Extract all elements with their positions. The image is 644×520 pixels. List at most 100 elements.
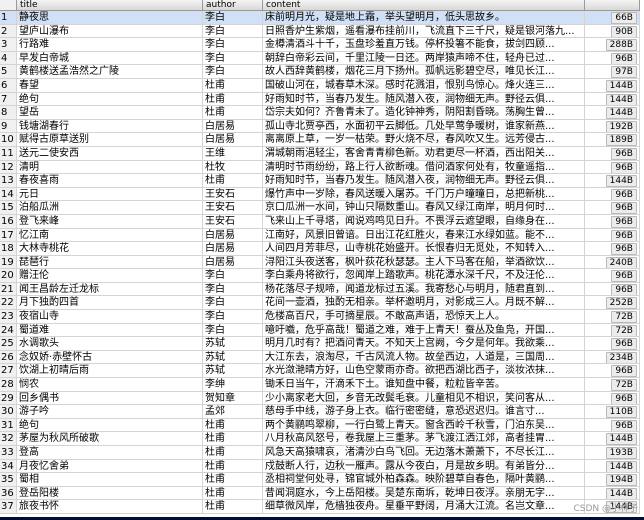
table-row[interactable]: 12 清明 杜牧 清明时节雨纷纷，路上行人欲断魂。借问酒家何处有，牧童遥指... 96B xyxy=(0,160,640,175)
content-cell[interactable]: 少小离家老大回，乡音无改鬓毛衰。儿童相见不相识，笑问客从... xyxy=(263,391,585,405)
title-cell[interactable]: 赠汪伦 xyxy=(17,269,203,282)
size-cell[interactable]: 96B xyxy=(585,214,640,228)
blob-size-badge[interactable]: 193B xyxy=(605,447,637,459)
content-cell[interactable]: 昔闻洞庭水，今上岳阳楼。吴楚东南坼，乾坤日夜浮。亲朋无字... xyxy=(263,486,585,500)
table-row[interactable]: 24 蜀道难 李白 噫吁嚱，危乎高哉！蜀道之难，难于上青天！蚕丛及鱼凫，开国... 72… xyxy=(0,323,640,338)
author-cell[interactable]: 杜甫 xyxy=(203,78,263,92)
size-cell[interactable]: 97B xyxy=(585,65,640,78)
table-row[interactable]: 26 念奴娇·赤壁怀古 苏轼 大江东去，浪淘尽，千古风流人物。故垒西边，人道是，三国周… xyxy=(0,350,640,365)
blob-size-badge[interactable]: 97B xyxy=(611,66,637,78)
blob-size-badge[interactable]: 252B xyxy=(605,297,637,310)
table-row[interactable]: 20 赠汪伦 李白 李白乘舟将欲行，忽闻岸上踏歌声。桃花潭水深千尺，不及汪伦... 96… xyxy=(0,269,640,283)
blob-size-badge[interactable]: 144B xyxy=(605,93,637,106)
blob-size-badge[interactable]: 96B xyxy=(611,365,637,378)
author-cell[interactable]: 杜甫 xyxy=(203,106,263,119)
column-header-content[interactable]: content xyxy=(263,0,585,10)
content-cell[interactable]: 孤山寺北贾亭西，水面初平云脚低。几处早莺争暖树，谁家新燕... xyxy=(263,119,585,133)
blob-size-badge[interactable]: 72B xyxy=(611,379,637,391)
content-cell[interactable]: 两个黄鹂鸣翠柳，一行白鹭上青天。窗含西岭千秋雪，门泊东吴... xyxy=(263,418,585,432)
size-cell[interactable]: 96B xyxy=(585,51,640,65)
author-cell[interactable]: 苏轼 xyxy=(203,350,263,364)
content-cell[interactable]: 岱宗夫如何？齐鲁青未了。造化钟神秀，阴阳割昏晓。荡胸生曾... xyxy=(263,106,585,119)
content-cell[interactable]: 京口瓜洲一水间，钟山只隔数重山。春风又绿江南岸，明月何时... xyxy=(263,201,585,214)
content-cell[interactable]: 丞相祠堂何处寻，锦官城外柏森森。映阶碧草自春色，隔叶黄鹂... xyxy=(263,473,585,486)
blob-size-badge[interactable]: 96B xyxy=(611,147,637,160)
size-cell[interactable]: 72B xyxy=(585,378,640,391)
table-row[interactable]: 14 元日 王安石 爆竹声中一岁除，春风送暖入屠苏。千门万户曈曈日，总把新桃... 96… xyxy=(0,187,640,202)
size-cell[interactable]: 96B xyxy=(585,282,640,296)
size-cell[interactable]: 144B xyxy=(585,78,640,92)
column-header-title[interactable]: title xyxy=(17,0,203,10)
author-cell[interactable]: 杜甫 xyxy=(203,92,263,106)
table-row[interactable]: 33 登高 杜甫 风急天高猿啸哀，渚清沙白鸟飞回。无边落木萧萧下，不尽长江... 193… xyxy=(0,446,640,460)
table-row[interactable]: 29 回乡偶书 贺知章 少小离家老大回，乡音无改鬓毛衰。儿童相见不相识，笑问客从...… xyxy=(0,391,640,406)
blob-size-badge[interactable]: 144B xyxy=(605,487,637,500)
content-cell[interactable]: 八月秋高风怒号，卷我屋上三重茅。茅飞渡江洒江郊，高者挂胃... xyxy=(263,432,585,445)
author-cell[interactable]: 李白 xyxy=(203,65,263,78)
table-row[interactable]: 34 月夜忆舍弟 杜甫 戍鼓断人行，边秋一雁声。露从今夜白，月是故乡明。有弟皆分...… xyxy=(0,459,640,474)
blob-size-badge[interactable]: 72B xyxy=(611,311,637,323)
blob-size-badge[interactable]: 96B xyxy=(611,243,637,255)
content-cell[interactable]: 好雨知时节，当春乃发生。随风潜入夜，润物细无声。野径云俱... xyxy=(263,92,585,106)
blob-size-badge[interactable]: 234B xyxy=(605,351,637,364)
title-cell[interactable]: 闻王昌龄左迁龙标 xyxy=(17,282,203,296)
table-row[interactable]: 9 钱塘湖春行 白居易 孤山寺北贾亭西，水面初平云脚低。几处早莺争暖树，谁家新燕...… xyxy=(0,119,640,134)
size-cell[interactable]: 96B xyxy=(585,146,640,160)
table-row[interactable]: 8 望岳 杜甫 岱宗夫如何？齐鲁青未了。造化钟神秀，阴阳割昏晓。荡胸生曾... 144B xyxy=(0,106,640,120)
table-row[interactable]: 6 春望 杜甫 国破山河在，城春草木深。感时花溅泪，恨别鸟惊心。烽火连三... 144B xyxy=(0,78,640,93)
table-row[interactable]: 23 夜宿山寺 李白 危楼高百尺，手可摘星辰。不敢高声语，恐惊天上人。 72B xyxy=(0,310,640,324)
table-row[interactable]: 2 望庐山瀑布 李白 日照香炉生紫烟，遥看瀑布挂前川，飞流直下三千尺，疑是银河落九..… xyxy=(0,24,640,39)
table-row[interactable]: 1 静夜思 李白 床前明月光，疑是地上霜，举头望明月，低头思故乡。 66B xyxy=(0,11,640,25)
table-row[interactable]: 3 行路难 李白 金樽清酒斗十千，玉盘珍羞直万钱。停杯投箸不能食，拔剑四顾... 288… xyxy=(0,38,640,52)
author-cell[interactable]: 杜甫 xyxy=(203,500,263,513)
content-cell[interactable]: 渭城朝雨浥轻尘，客舍青青柳色新。劝君更尽一杯酒，西出阳关... xyxy=(263,146,585,160)
author-cell[interactable]: 李绅 xyxy=(203,378,263,391)
title-cell[interactable]: 赋得古原草送别 xyxy=(17,133,203,146)
content-cell[interactable]: 李白乘舟将欲行，忽闻岸上踏歌声。桃花潭水深千尺，不及汪伦... xyxy=(263,269,585,282)
table-row[interactable]: 17 忆江南 白居易 江南好，风景旧曾谙。日出江花红胜火，春来江水绿如蓝。能不... 9… xyxy=(0,228,640,243)
author-cell[interactable]: 白居易 xyxy=(203,255,263,269)
author-cell[interactable]: 王安石 xyxy=(203,201,263,214)
blob-size-badge[interactable]: 288B xyxy=(605,39,637,51)
size-cell[interactable]: 96B xyxy=(585,228,640,242)
author-cell[interactable]: 王安石 xyxy=(203,187,263,201)
content-cell[interactable]: 日照香炉生紫烟，遥看瀑布挂前川，飞流直下三千尺，疑是银河落九... xyxy=(263,24,585,38)
size-cell[interactable]: 72B xyxy=(585,323,640,337)
blob-size-badge[interactable]: 96B xyxy=(611,52,637,65)
table-row[interactable]: 19 琵琶行 白居易 浔阳江头夜送客，枫叶荻花秋瑟瑟。主人下马客在船，举酒欲饮... 2… xyxy=(0,255,640,270)
size-cell[interactable]: 144B xyxy=(585,486,640,500)
content-cell[interactable]: 金樽清酒斗十千，玉盘珍羞直万钱。停杯投箸不能食，拔剑四顾... xyxy=(263,38,585,51)
size-cell[interactable]: 96B xyxy=(585,391,640,405)
size-cell[interactable]: 193B xyxy=(585,446,640,459)
table-row[interactable]: 21 闻王昌龄左迁龙标 李白 杨花落尽子规啼，闻道龙标过五溪。我寄愁心与明月，随君直到… xyxy=(0,282,640,297)
content-cell[interactable]: 飞来山上千寻塔，闻说鸡鸣见日升。不畏浮云遮望眼，自缘身在... xyxy=(263,214,585,228)
table-row[interactable]: 11 送元二使安西 王维 渭城朝雨浥轻尘，客舍青青柳色新。劝君更尽一杯酒，西出阳关..… xyxy=(0,146,640,161)
table-row[interactable]: 16 登飞来峰 王安石 飞来山上千寻塔，闻说鸡鸣见日升。不畏浮云遮望眼，自缘身在...… xyxy=(0,214,640,229)
blob-size-badge[interactable]: 144B xyxy=(605,79,637,92)
content-cell[interactable]: 戍鼓断人行，边秋一雁声。露从今夜白，月是故乡明。有弟皆分... xyxy=(263,459,585,473)
blob-size-badge[interactable]: 90B xyxy=(611,25,637,38)
author-cell[interactable]: 李白 xyxy=(203,323,263,337)
author-cell[interactable]: 杜甫 xyxy=(203,486,263,500)
title-cell[interactable]: 月下独酌四首 xyxy=(17,296,203,310)
blob-size-badge[interactable]: 96B xyxy=(611,229,637,242)
content-cell[interactable]: 清明时节雨纷纷，路上行人欲断魂。借问酒家何处有，牧童遥指... xyxy=(263,160,585,174)
title-cell[interactable]: 登飞来峰 xyxy=(17,214,203,228)
size-cell[interactable]: 234B xyxy=(585,350,640,364)
title-cell[interactable]: 忆江南 xyxy=(17,228,203,242)
blob-size-badge[interactable]: 66B xyxy=(611,12,637,24)
size-cell[interactable]: 96B xyxy=(585,418,640,432)
title-cell[interactable]: 旅夜书怀 xyxy=(17,500,203,513)
column-header-author[interactable]: author xyxy=(203,0,263,10)
title-cell[interactable]: 茅屋为秋风所破歌 xyxy=(17,432,203,445)
size-cell[interactable]: 144B xyxy=(585,92,640,106)
content-cell[interactable]: 故人西辞黄鹤楼，烟花三月下扬州。孤帆远影碧空尽，唯见长江... xyxy=(263,65,585,78)
content-cell[interactable]: 花间一壶酒，独酌无相亲。举杯邀明月，对影成三人。月既不解... xyxy=(263,296,585,310)
content-cell[interactable]: 离离原上草，一岁一枯荣。野火烧不尽，春风吹又生。远芳侵古... xyxy=(263,133,585,146)
title-cell[interactable]: 念奴娇·赤壁怀古 xyxy=(17,350,203,364)
author-cell[interactable]: 杜甫 xyxy=(203,459,263,473)
author-cell[interactable]: 杜甫 xyxy=(203,418,263,432)
size-cell[interactable]: 96B xyxy=(585,187,640,201)
size-cell[interactable]: 110B xyxy=(585,405,640,418)
author-cell[interactable]: 李白 xyxy=(203,296,263,310)
